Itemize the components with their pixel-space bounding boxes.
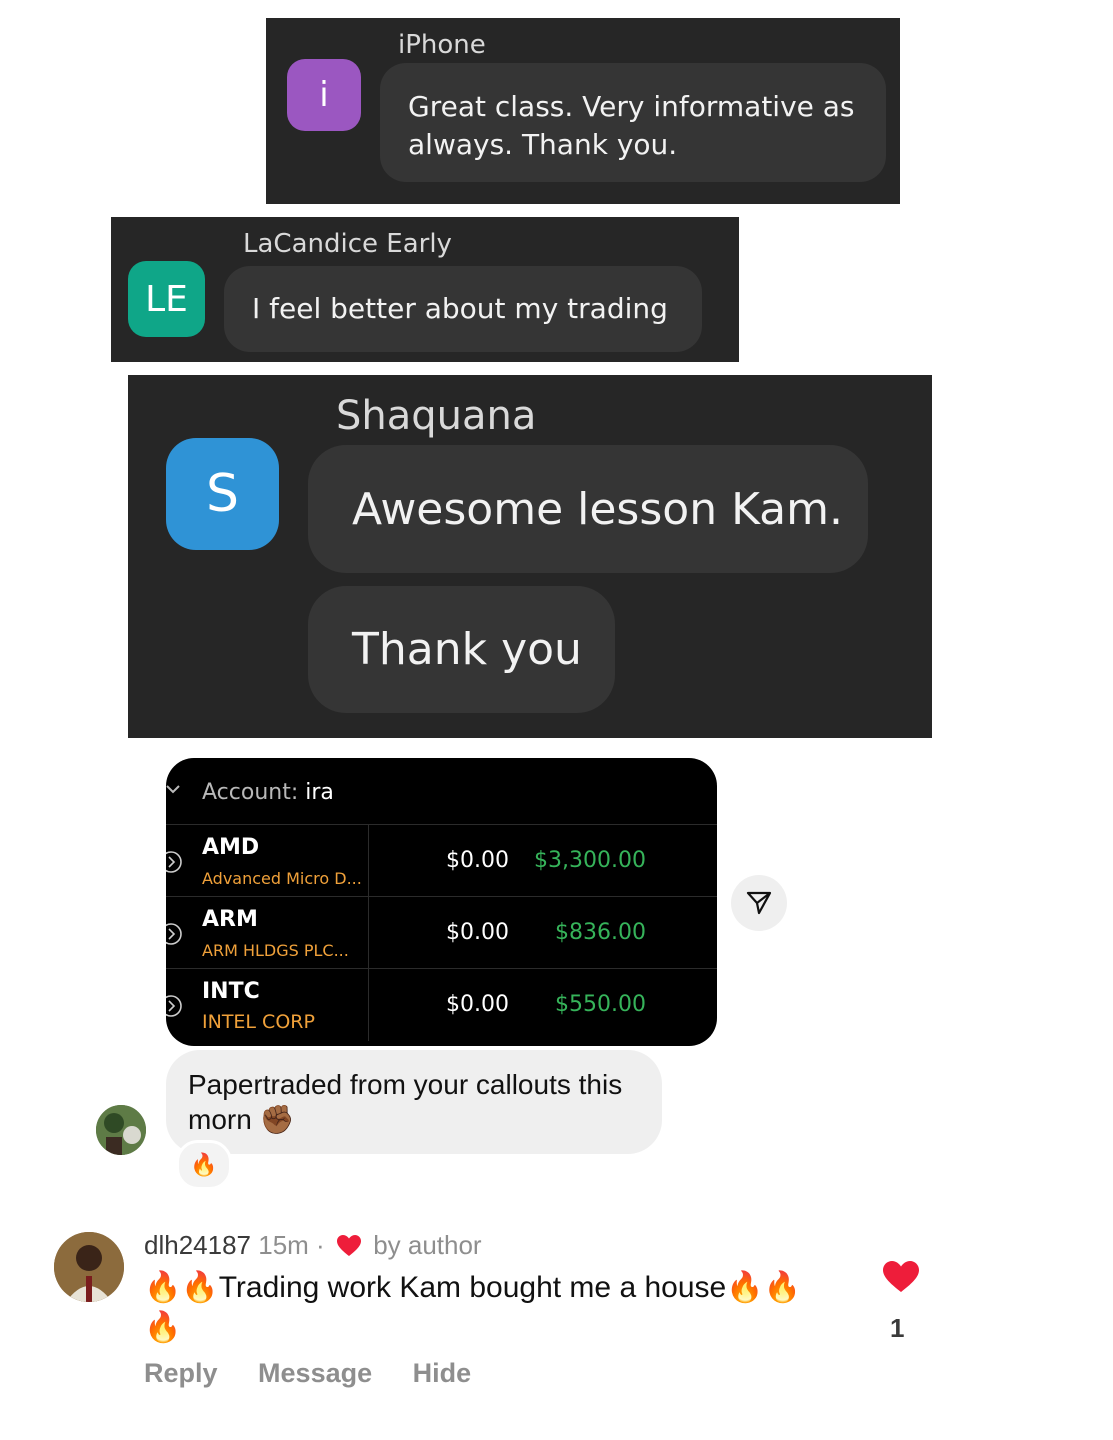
share-button[interactable]	[731, 875, 787, 931]
like-heart-icon[interactable]	[882, 1260, 920, 1294]
message-bubble: Awesome lesson Kam.	[308, 445, 868, 573]
ticker: ARM	[202, 907, 258, 932]
chevron-right-circle-icon[interactable]	[166, 993, 184, 1019]
message-bubble: I feel better about my trading	[224, 266, 702, 352]
author-heart-icon	[336, 1235, 361, 1256]
holding-row[interactable]: INTC INTEL CORP $0.00 $550.00	[166, 969, 717, 1041]
chevron-right-circle-icon[interactable]	[166, 921, 184, 947]
comment-actions: Reply Message Hide	[144, 1358, 504, 1389]
market-value: $3,300.00	[534, 848, 646, 873]
ticker: INTC	[202, 979, 260, 1004]
sender-name: Shaquana	[336, 393, 537, 439]
company-name: INTEL CORP	[202, 1011, 315, 1033]
send-icon	[746, 891, 772, 915]
avatar[interactable]	[54, 1232, 124, 1302]
sender-name: iPhone	[398, 30, 486, 60]
cost-value: $0.00	[446, 992, 509, 1017]
chat-panel-shaquana: S Shaquana Awesome lesson Kam. Thank you	[128, 375, 932, 738]
company-name: ARM HLDGS PLC...	[202, 941, 349, 960]
avatar[interactable]	[96, 1105, 146, 1155]
sender-name: LaCandice Early	[243, 229, 452, 259]
avatar-iphone: i	[287, 59, 361, 131]
comment-time: 15m	[258, 1230, 309, 1260]
holding-row[interactable]: ARM ARM HLDGS PLC... $0.00 $836.00	[166, 897, 717, 969]
reply-button[interactable]: Reply	[144, 1358, 218, 1388]
message-bubble: Thank you	[308, 586, 615, 713]
market-value: $550.00	[555, 992, 646, 1017]
chat-panel-lacandice: LE LaCandice Early I feel better about m…	[111, 217, 739, 362]
comment-username[interactable]: dlh24187	[144, 1230, 251, 1260]
cost-value: $0.00	[446, 848, 509, 873]
holding-row[interactable]: AMD Advanced Micro D... $0.00 $3,300.00	[166, 825, 717, 897]
chat-panel-iphone: i iPhone Great class. Very informative a…	[266, 18, 900, 204]
company-name: Advanced Micro D...	[202, 869, 362, 888]
account-value: ira	[305, 780, 334, 805]
cost-value: $0.00	[446, 920, 509, 945]
like-count: 1	[890, 1313, 905, 1343]
message-button[interactable]: Message	[258, 1358, 372, 1388]
message-bubble: Great class. Very informative as always.…	[380, 63, 886, 182]
comment-text: 🔥🔥Trading work Kam bought me a house🔥🔥🔥	[144, 1271, 801, 1344]
holdings-card: Account: ira AMD Advanced Micro D... $0.…	[166, 758, 717, 1046]
account-label: Account: ira	[202, 780, 334, 805]
by-author-label: by author	[373, 1230, 482, 1260]
message-bubble[interactable]: Papertraded from your callouts this morn…	[166, 1050, 662, 1154]
avatar-shaquana: S	[166, 438, 279, 550]
hide-button[interactable]: Hide	[413, 1358, 472, 1388]
ticker: AMD	[202, 835, 260, 860]
market-value: $836.00	[555, 920, 646, 945]
reaction-badge[interactable]: 🔥	[176, 1140, 232, 1190]
chevron-down-icon[interactable]	[166, 780, 182, 798]
chevron-right-circle-icon[interactable]	[166, 849, 184, 875]
comment-meta: dlh24187 15m · by author	[144, 1230, 482, 1260]
avatar-lacandice: LE	[128, 261, 205, 337]
